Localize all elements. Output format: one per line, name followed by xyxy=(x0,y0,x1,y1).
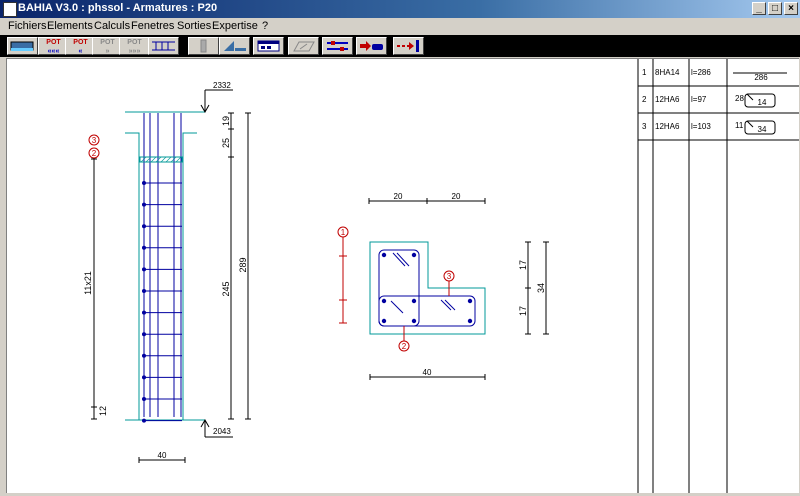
schedule-row-3-length: l=103 xyxy=(691,122,711,131)
dim-12: 12 xyxy=(98,406,108,416)
section-mark-3: 3 xyxy=(447,272,452,281)
table-icon[interactable] xyxy=(253,37,284,55)
section-mark-2: 2 xyxy=(402,342,407,351)
exit-icon[interactable] xyxy=(393,37,424,55)
stirrup-node xyxy=(142,375,146,380)
elevation-width: 40 xyxy=(158,451,167,460)
menu-fenetres[interactable]: Fenetres xyxy=(131,20,174,32)
reinforcement-drawing: 3 2 11x21 12 2332 2043 19 25 245 289 40 … xyxy=(83,59,799,493)
stirrup-node xyxy=(142,332,146,337)
pot-last-icon[interactable]: POT»»» xyxy=(119,37,150,55)
level-bottom: 2043 xyxy=(213,427,231,436)
stirrup-node xyxy=(142,267,146,272)
elevation-mark-3: 3 xyxy=(92,136,97,145)
schedule-row-3-count: 11 xyxy=(735,121,744,130)
menu-sorties[interactable]: Sorties xyxy=(177,20,211,32)
schedule-row-3-num: 3 xyxy=(642,122,647,131)
menu-elements[interactable]: Elements xyxy=(47,20,93,32)
stirrup-node xyxy=(142,245,146,250)
close-button[interactable]: × xyxy=(784,2,798,15)
title-bar: BAHIA V3.0 : phssol - Armatures : P20 _ … xyxy=(0,0,800,18)
window-title: BAHIA V3.0 : phssol - Armatures : P20 xyxy=(18,2,218,14)
stirrup-node xyxy=(142,353,146,358)
schedule-row-1-num: 1 xyxy=(642,68,647,77)
dim-245: 245 xyxy=(221,281,231,296)
dim-289: 289 xyxy=(238,257,248,272)
rebar-layout-icon[interactable] xyxy=(148,37,179,55)
stirrup-node xyxy=(142,181,146,185)
spacing-label: 11x21 xyxy=(83,271,93,295)
beam-view-icon[interactable] xyxy=(7,37,38,55)
schedule-row-2-count: 28 xyxy=(735,94,744,103)
toolbar: POT ««« POT « POT» POT»»» xyxy=(0,35,800,57)
column-elevation: 3 2 11x21 12 2332 2043 19 25 245 289 40 xyxy=(83,81,251,463)
dim-25: 25 xyxy=(221,138,231,148)
section-dim-bottom: 40 xyxy=(423,368,432,377)
section-dim-top-left: 20 xyxy=(394,192,403,201)
section-dim-top-right: 20 xyxy=(452,192,461,201)
menu-fichiers[interactable]: Fichiers xyxy=(8,20,47,32)
level-top: 2332 xyxy=(213,81,231,90)
stirrup-node xyxy=(142,224,146,229)
column-icon[interactable] xyxy=(188,37,219,55)
stirrup-node xyxy=(142,202,146,207)
tools-icon[interactable] xyxy=(322,37,353,55)
section-icon[interactable] xyxy=(219,37,250,55)
dim-19: 19 xyxy=(221,116,231,126)
section-dim-right-top: 17 xyxy=(518,260,528,270)
column-section: 20 20 1 3 2 40 17 17 34 xyxy=(337,192,549,380)
stirrup-node xyxy=(142,418,146,423)
schedule-row-3-bars: 12HA6 xyxy=(655,122,680,131)
export-icon[interactable] xyxy=(356,37,387,55)
bar-schedule: 1 8HA14 l=286 286 2 12HA6 l=97 28 14 3 1… xyxy=(637,59,799,493)
schedule-row-1-bars: 8HA14 xyxy=(655,68,680,77)
stirrup-node xyxy=(142,289,146,293)
schedule-row-1-shape: 286 xyxy=(754,73,768,82)
schedule-row-2-length: l=97 xyxy=(691,95,707,104)
schedule-row-2-num: 2 xyxy=(642,95,647,104)
schedule-row-3-shape: 34 xyxy=(758,125,767,134)
schedule-row-1-length: l=286 xyxy=(691,68,711,77)
stirrup-node xyxy=(142,310,146,315)
section-dim-right-bottom: 17 xyxy=(518,306,528,316)
section-dim-right-total: 34 xyxy=(536,283,546,293)
section-mark-1: 1 xyxy=(341,228,346,237)
menu-bar: Fichiers Elements Calculs Fenetres Sorti… xyxy=(0,18,800,35)
schedule-row-2-bars: 12HA6 xyxy=(655,95,680,104)
drawing-canvas[interactable]: 3 2 11x21 12 2332 2043 19 25 245 289 40 … xyxy=(6,58,799,493)
elevation-mark-2: 2 xyxy=(92,149,97,158)
stirrup-node xyxy=(142,397,146,401)
slab-icon[interactable] xyxy=(288,37,319,55)
menu-help[interactable]: ? xyxy=(262,20,268,32)
menu-expertise[interactable]: Expertise xyxy=(212,20,258,32)
menu-calculs[interactable]: Calculs xyxy=(94,20,130,32)
app-icon[interactable] xyxy=(3,2,17,17)
schedule-row-2-shape: 14 xyxy=(758,98,767,107)
minimize-button[interactable]: _ xyxy=(752,2,766,15)
maximize-button[interactable]: □ xyxy=(768,2,782,15)
